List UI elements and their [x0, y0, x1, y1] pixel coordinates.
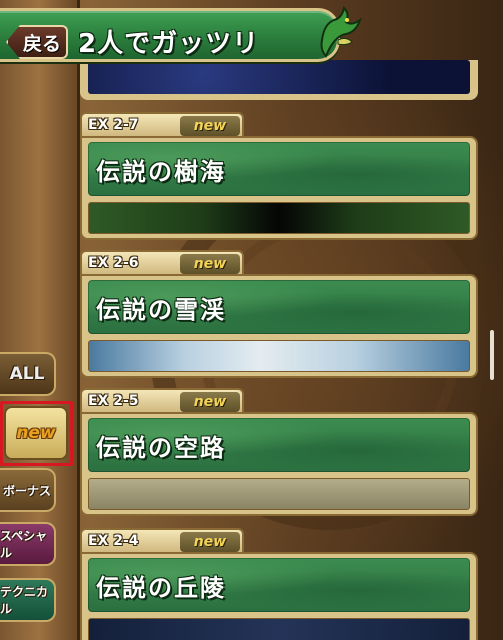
dungeon-tab: EX 2-4 new [80, 528, 244, 554]
back-button[interactable]: 戻る [6, 25, 68, 59]
dungeon-name: 伝説の空路 [96, 434, 226, 462]
category-special-button[interactable]: スペシャル [0, 522, 56, 566]
selection-highlight [0, 401, 73, 466]
dungeon-code: EX 2-6 [88, 255, 139, 271]
dragon-icon [320, 6, 362, 58]
new-badge: new [180, 392, 240, 412]
dungeon-body: 伝説の空路 [80, 412, 478, 516]
back-button-label: 戻る [22, 32, 61, 55]
dungeon-banner-sky [88, 478, 470, 510]
new-badge: new [180, 254, 240, 274]
new-badge: new [180, 532, 240, 552]
dungeon-code: EX 2-4 [88, 533, 139, 549]
dungeon-card-ex2-6[interactable]: EX 2-6 new 伝説の雪渓 [80, 250, 478, 378]
category-bonus-label: ボーナス [2, 483, 51, 498]
dungeon-card-ex2-4[interactable]: EX 2-4 new 伝説の丘陵 [80, 528, 478, 640]
dungeon-banner-hill [88, 618, 470, 640]
dungeon-name-panel: 伝説の雪渓 [88, 280, 470, 334]
new-badge: new [180, 116, 240, 136]
dungeon-name: 伝説の丘陵 [96, 574, 226, 602]
category-all-label: ALL [9, 364, 45, 384]
dungeon-banner-forest [88, 202, 470, 234]
dungeon-card-ex2-7[interactable]: EX 2-7 new 伝説の樹海 [80, 112, 478, 240]
category-all-button[interactable]: ALL [0, 352, 56, 396]
dungeon-name-panel: 伝説の丘陵 [88, 558, 470, 612]
page-title: 2人でガッツリ [78, 29, 260, 59]
dungeon-banner-snow [88, 340, 470, 372]
previous-dungeon-banner[interactable] [80, 60, 478, 100]
dungeon-tab: EX 2-6 new [80, 250, 244, 276]
dungeon-tab: EX 2-7 new [80, 112, 244, 138]
dungeon-name-panel: 伝説の空路 [88, 418, 470, 472]
dungeon-body: 伝説の樹海 [80, 136, 478, 240]
dungeon-card-ex2-5[interactable]: EX 2-5 new 伝説の空路 [80, 388, 478, 516]
scrollbar[interactable] [490, 330, 494, 380]
header-bar: 戻る 2人でガッツリ [0, 8, 340, 62]
dungeon-code: EX 2-7 [88, 117, 139, 133]
category-technical-label: テクニカル [0, 585, 49, 616]
previous-banner-image [88, 60, 470, 94]
dungeon-code: EX 2-5 [88, 393, 139, 409]
dungeon-tab: EX 2-5 new [80, 388, 244, 414]
dungeon-name: 伝説の樹海 [96, 158, 226, 186]
dungeon-body: 伝説の雪渓 [80, 274, 478, 378]
category-technical-button[interactable]: テクニカル [0, 578, 56, 622]
category-special-label: スペシャル [0, 529, 48, 560]
dungeon-body: 伝説の丘陵 [80, 552, 478, 640]
dungeon-name: 伝説の雪渓 [96, 296, 226, 324]
category-bonus-button[interactable]: ボーナス [0, 468, 56, 512]
dungeon-name-panel: 伝説の樹海 [88, 142, 470, 196]
